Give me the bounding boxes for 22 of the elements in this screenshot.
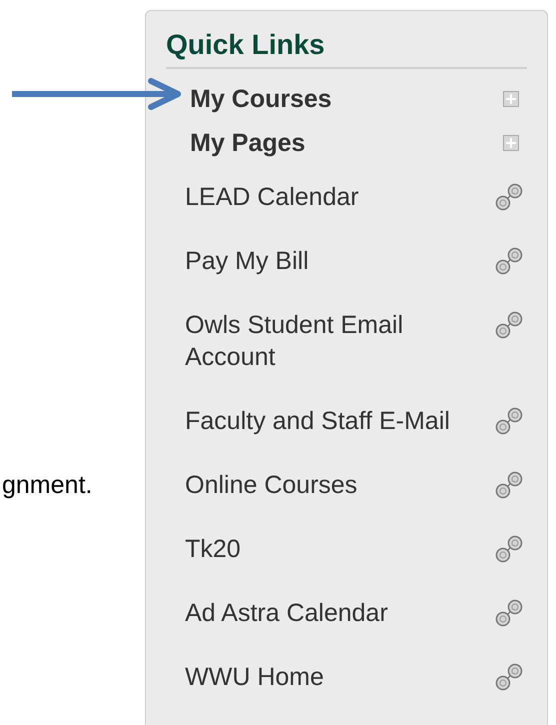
quick-link[interactable]: WWU Home: [185, 661, 475, 693]
quick-link[interactable]: Tk20: [185, 533, 475, 565]
link-icon: [494, 534, 524, 564]
expand-icon[interactable]: [503, 91, 519, 107]
panel-title: Quick Links: [166, 29, 326, 61]
link-icon: [494, 598, 524, 628]
link-icon: [494, 310, 524, 340]
quick-link[interactable]: Owls Student Email Account: [185, 309, 475, 373]
quick-link[interactable]: Pay My Bill: [185, 245, 475, 277]
link-icon: [494, 470, 524, 500]
link-icon: [494, 662, 524, 692]
quick-link[interactable]: Online Courses: [185, 469, 475, 501]
menu-section-link[interactable]: My Courses: [190, 84, 490, 114]
quick-link[interactable]: LEAD Calendar: [185, 181, 475, 213]
link-icon: [494, 406, 524, 436]
expand-icon[interactable]: [503, 135, 519, 151]
link-icon: [494, 246, 524, 276]
link-icon: [494, 182, 524, 212]
menu-section-link[interactable]: My Pages: [190, 128, 490, 158]
body-text: gnment.: [2, 470, 94, 500]
quick-link[interactable]: Faculty and Staff E-Mail: [185, 405, 475, 437]
quick-link[interactable]: Ad Astra Calendar: [185, 597, 475, 629]
